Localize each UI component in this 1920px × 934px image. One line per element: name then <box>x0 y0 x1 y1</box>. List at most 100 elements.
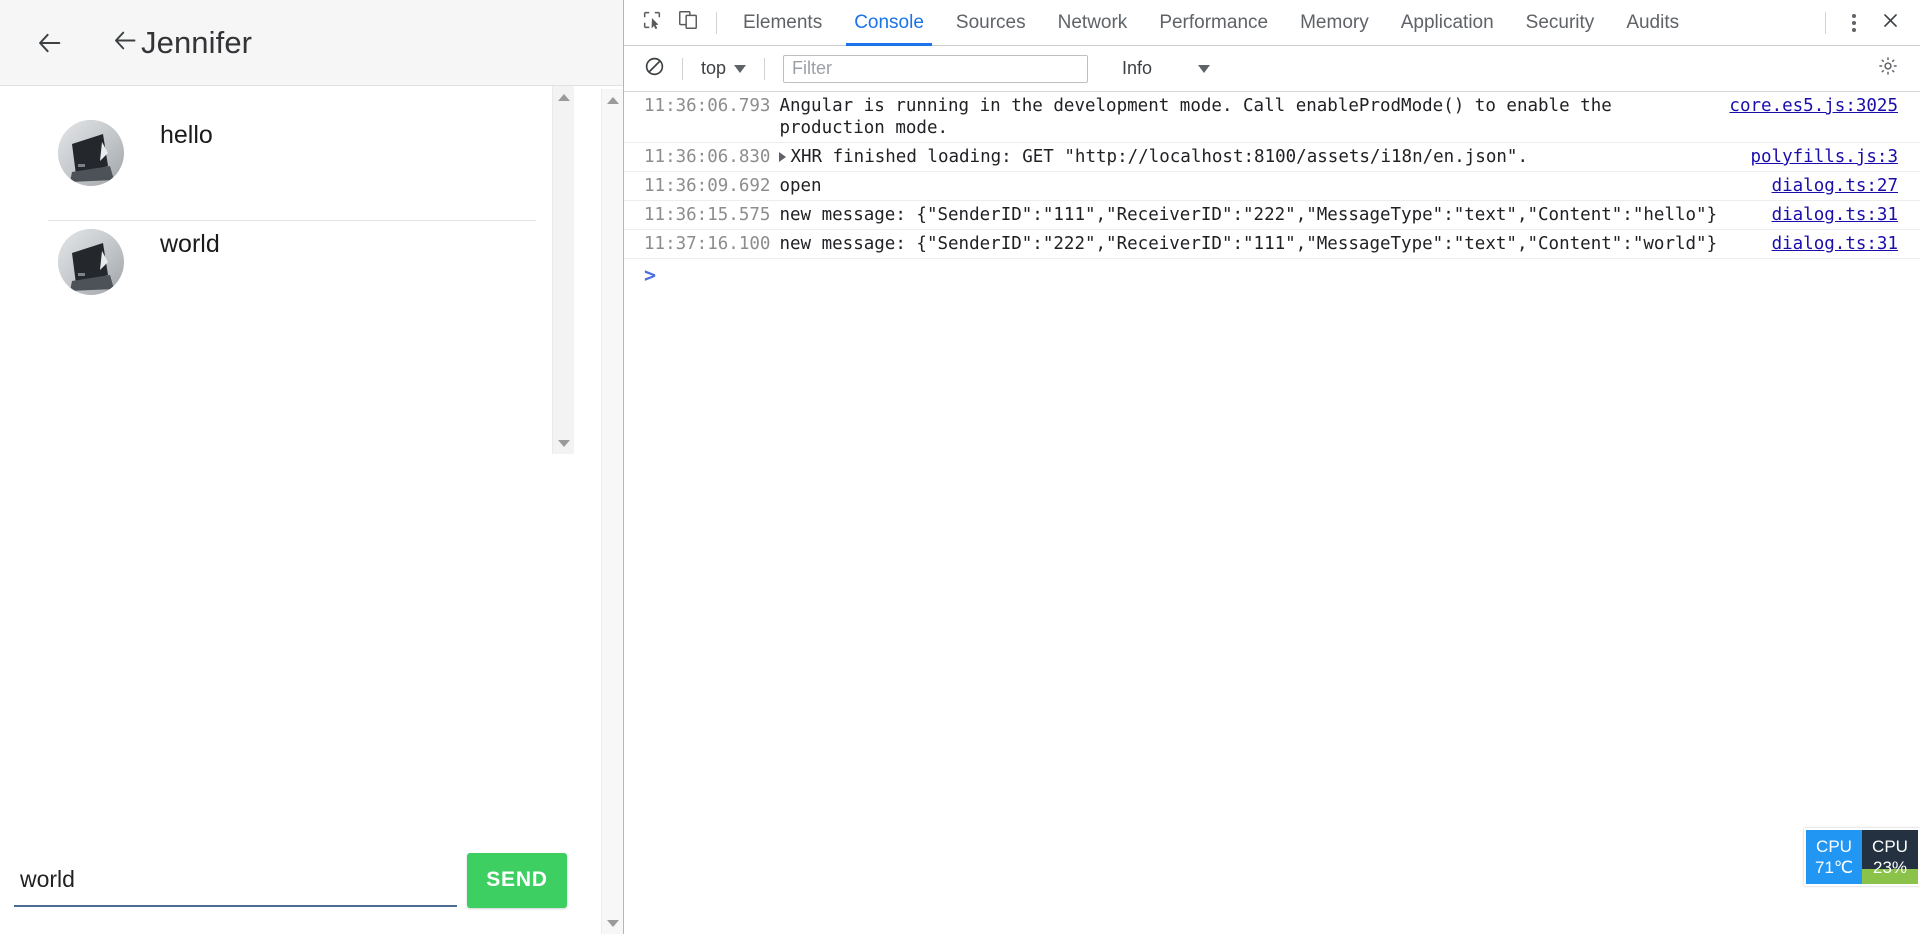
console-filter-bar: top Info <box>624 46 1920 92</box>
gear-icon <box>1877 55 1899 82</box>
inspect-element-icon <box>641 9 663 36</box>
console-log-row[interactable]: 11:36:06.793 Angular is running in the d… <box>624 92 1920 143</box>
chat-pane-scrollbar[interactable] <box>601 89 623 934</box>
devtools-tab-list: Elements Console Sources Network Perform… <box>727 0 1695 46</box>
message-text: world <box>160 230 220 258</box>
tab-elements[interactable]: Elements <box>727 0 838 46</box>
log-message: new message: {"SenderID":"222","Receiver… <box>779 234 1718 254</box>
log-source-link[interactable]: dialog.ts:31 <box>1758 233 1920 255</box>
filterbar-divider <box>764 57 766 80</box>
cpu-usage-value: 23% <box>1872 858 1908 877</box>
filter-input[interactable] <box>783 54 1089 83</box>
message-text: hello <box>160 121 213 149</box>
console-log-row[interactable]: 11:36:06.830 XHR finished loading: GET "… <box>624 143 1920 172</box>
filterbar-divider <box>682 57 683 80</box>
devtools-settings-button[interactable] <box>1870 51 1906 87</box>
toolbar-divider <box>716 11 717 34</box>
page-title: Jennifer <box>141 24 253 60</box>
triangle-up-icon <box>558 93 570 101</box>
console-log-row[interactable]: 11:36:09.692 open dialog.ts:27 <box>624 172 1920 201</box>
chevron-down-icon <box>1198 64 1211 73</box>
list-item[interactable]: hello <box>0 112 560 220</box>
log-message: new message: {"SenderID":"111","Receiver… <box>779 205 1718 225</box>
input-underline <box>14 904 457 907</box>
toggle-device-toolbar-icon <box>677 9 699 36</box>
close-devtools-button[interactable] <box>1872 5 1908 41</box>
toolbar-divider <box>1825 11 1826 34</box>
tab-application[interactable]: Application <box>1385 0 1510 46</box>
chat-app-pane: Jennifer hello world world SEND <box>0 0 624 934</box>
log-timestamp: 11:37:16.100 <box>644 234 771 254</box>
cpu-usage-label: CPU <box>1872 837 1908 856</box>
log-level-selector[interactable]: Info <box>1112 58 1220 79</box>
scroll-down-button[interactable] <box>553 432 575 454</box>
message-input[interactable] <box>14 861 457 905</box>
toggle-device-toolbar-button[interactable] <box>670 5 706 41</box>
cpu-temp-value: 71℃ <box>1814 858 1853 877</box>
log-message-url[interactable]: http://localhost:8100/assets/i18n/en.jso… <box>1075 147 1507 167</box>
log-message: Angular is running in the development mo… <box>779 96 1623 138</box>
arrow-left-icon <box>112 27 139 59</box>
console-prompt[interactable]: > <box>624 259 1920 291</box>
log-message-suffix: ". <box>1506 147 1528 167</box>
tab-security[interactable]: Security <box>1510 0 1611 46</box>
message-list-scrollbar[interactable] <box>552 86 574 454</box>
message-scroll-container[interactable]: hello world <box>0 86 580 456</box>
clear-console-icon <box>644 56 665 82</box>
scroll-up-button[interactable] <box>602 89 623 111</box>
console-message-list[interactable]: 11:36:06.793 Angular is running in the d… <box>624 92 1920 934</box>
devtools-toolbar-actions <box>1815 5 1920 41</box>
tab-performance[interactable]: Performance <box>1143 0 1284 46</box>
scroll-down-button[interactable] <box>602 912 623 934</box>
avatar <box>58 229 124 295</box>
log-timestamp: 11:36:15.575 <box>644 205 771 225</box>
cpu-temp-label: CPU <box>1816 837 1852 856</box>
user-avatar-photo <box>58 229 124 295</box>
log-timestamp: 11:36:06.793 <box>644 96 771 116</box>
screen-root: Jennifer hello world world SEND Elements… <box>0 0 1920 934</box>
scroll-up-button[interactable] <box>553 86 575 108</box>
message-list: hello world <box>0 86 560 329</box>
triangle-down-icon <box>607 919 619 927</box>
chat-title-group[interactable]: Jennifer <box>112 25 252 61</box>
log-source-link[interactable]: dialog.ts:27 <box>1758 175 1920 197</box>
close-icon <box>1881 11 1900 35</box>
triangle-up-icon <box>607 96 619 104</box>
message-composer: SEND <box>0 826 623 934</box>
nav-back-button[interactable] <box>30 23 70 63</box>
log-message: open <box>779 176 822 196</box>
log-timestamp: 11:36:09.692 <box>644 176 771 196</box>
execution-context-selector[interactable]: top <box>693 58 754 79</box>
console-log-row[interactable]: 11:37:16.100 new message: {"SenderID":"2… <box>624 230 1920 259</box>
console-log-row[interactable]: 11:36:15.575 new message: {"SenderID":"1… <box>624 201 1920 230</box>
expand-arrow-icon[interactable] <box>779 152 787 162</box>
filterbar-actions <box>1870 51 1920 87</box>
list-item[interactable]: world <box>0 221 560 329</box>
log-source-link[interactable]: polyfills.js:3 <box>1736 146 1920 168</box>
more-options-button[interactable] <box>1836 5 1872 41</box>
tab-sources[interactable]: Sources <box>940 0 1042 46</box>
log-source-link[interactable]: dialog.ts:31 <box>1758 204 1920 226</box>
log-message-prefix: XHR finished loading: GET " <box>790 147 1075 167</box>
prompt-chevron-icon: > <box>644 263 657 287</box>
devtools-panel: Elements Console Sources Network Perform… <box>624 0 1920 934</box>
cpu-temperature-cell: CPU 71℃ <box>1806 830 1862 884</box>
send-button[interactable]: SEND <box>467 852 567 908</box>
chevron-down-icon <box>734 64 747 73</box>
log-source-link[interactable]: core.es5.js:3025 <box>1715 95 1920 117</box>
tab-network[interactable]: Network <box>1042 0 1144 46</box>
inspect-element-button[interactable] <box>634 5 670 41</box>
tab-console[interactable]: Console <box>838 0 940 46</box>
avatar <box>58 120 124 186</box>
triangle-down-icon <box>558 439 570 447</box>
cpu-usage-cell: CPU 23% <box>1862 830 1918 884</box>
chat-header: Jennifer <box>0 0 623 86</box>
tab-memory[interactable]: Memory <box>1284 0 1385 46</box>
devtools-tabbar: Elements Console Sources Network Perform… <box>624 0 1920 46</box>
message-area: hello world <box>0 86 623 826</box>
clear-console-button[interactable] <box>636 51 672 87</box>
execution-context-label: top <box>701 58 727 78</box>
kebab-menu-icon <box>1852 13 1856 32</box>
tab-audits[interactable]: Audits <box>1610 0 1695 46</box>
log-message: XHR finished loading: GET "http://localh… <box>770 146 1736 168</box>
